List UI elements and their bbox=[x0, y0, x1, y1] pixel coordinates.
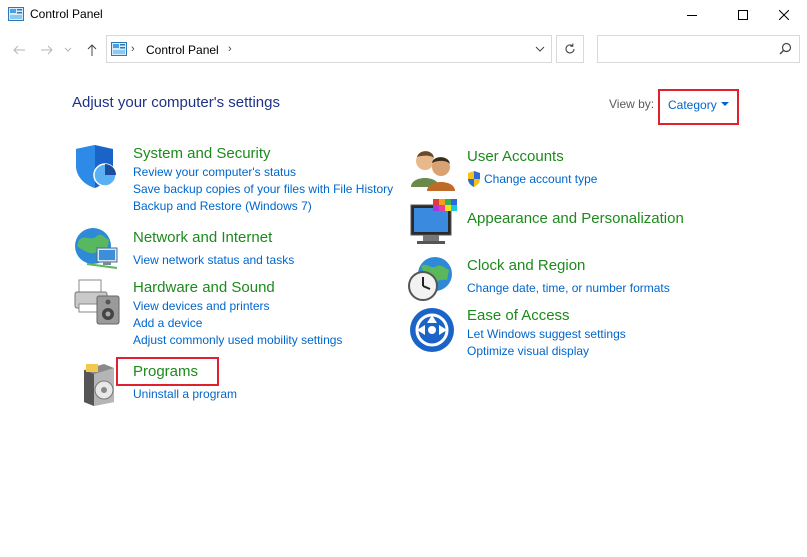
close-icon bbox=[779, 10, 789, 20]
forward-button[interactable] bbox=[38, 40, 56, 60]
address-bar[interactable]: › Control Panel › bbox=[106, 35, 552, 63]
view-by-dropdown[interactable]: Category bbox=[658, 89, 739, 125]
recent-locations-button[interactable] bbox=[62, 40, 74, 60]
caret-down-icon bbox=[721, 102, 729, 106]
category-ease-of-access[interactable]: Ease of Access bbox=[467, 307, 570, 324]
chevron-down-icon bbox=[64, 47, 72, 52]
search-box[interactable] bbox=[597, 35, 800, 63]
link-date-time-formats[interactable]: Change date, time, or number formats bbox=[467, 281, 670, 295]
printer-speaker-icon bbox=[73, 278, 121, 331]
window-title: Control Panel bbox=[30, 7, 103, 21]
category-network-and-internet[interactable]: Network and Internet bbox=[133, 229, 272, 246]
link-review-computer-status[interactable]: Review your computer's status bbox=[133, 165, 296, 179]
link-change-account-type[interactable]: Change account type bbox=[484, 172, 597, 186]
category-system-and-security[interactable]: System and Security bbox=[133, 145, 271, 162]
link-backup-restore[interactable]: Backup and Restore (Windows 7) bbox=[133, 199, 312, 213]
breadcrumb-control-panel[interactable]: Control Panel bbox=[146, 43, 219, 57]
breadcrumb-separator[interactable]: › bbox=[228, 43, 232, 55]
link-network-status[interactable]: View network status and tasks bbox=[133, 253, 294, 267]
refresh-icon bbox=[565, 43, 575, 54]
monitor-palette-icon bbox=[409, 199, 461, 252]
link-uninstall-program[interactable]: Uninstall a program bbox=[133, 387, 237, 401]
up-button[interactable] bbox=[83, 40, 101, 60]
maximize-button[interactable] bbox=[720, 0, 766, 30]
network-globe-icon bbox=[73, 226, 121, 277]
arrow-left-icon bbox=[13, 45, 25, 55]
minimize-button[interactable] bbox=[669, 0, 715, 30]
arrow-up-icon bbox=[87, 44, 97, 56]
shield-icon bbox=[73, 145, 119, 194]
link-add-device[interactable]: Add a device bbox=[133, 316, 202, 330]
category-user-accounts[interactable]: User Accounts bbox=[467, 148, 564, 165]
category-hardware-and-sound[interactable]: Hardware and Sound bbox=[133, 279, 275, 296]
clock-globe-icon bbox=[407, 256, 455, 307]
link-mobility-settings[interactable]: Adjust commonly used mobility settings bbox=[133, 333, 342, 347]
address-dropdown-button[interactable] bbox=[527, 36, 552, 62]
view-by-value[interactable]: Category bbox=[668, 98, 717, 112]
uac-shield-icon bbox=[467, 171, 481, 192]
link-file-history[interactable]: Save backup copies of your files with Fi… bbox=[133, 182, 393, 196]
refresh-button[interactable] bbox=[556, 35, 584, 63]
ease-of-access-icon bbox=[409, 307, 455, 358]
link-windows-suggest-settings[interactable]: Let Windows suggest settings bbox=[467, 327, 626, 341]
programs-disc-icon bbox=[80, 362, 120, 411]
category-appearance-personalization[interactable]: Appearance and Personalization bbox=[467, 210, 684, 227]
control-panel-icon bbox=[8, 7, 24, 21]
title-bar: Control Panel bbox=[0, 0, 807, 30]
category-clock-and-region[interactable]: Clock and Region bbox=[467, 257, 585, 274]
chevron-down-icon bbox=[535, 46, 544, 52]
close-button[interactable] bbox=[761, 0, 807, 30]
maximize-icon bbox=[738, 10, 748, 20]
view-by-label: View by: bbox=[609, 97, 655, 111]
users-icon bbox=[409, 149, 457, 196]
category-programs[interactable]: Programs bbox=[133, 363, 198, 380]
back-button[interactable] bbox=[10, 40, 28, 60]
breadcrumb-separator[interactable]: › bbox=[131, 43, 135, 55]
arrow-right-icon bbox=[41, 45, 53, 55]
control-panel-icon bbox=[111, 42, 127, 56]
link-devices-printers[interactable]: View devices and printers bbox=[133, 299, 270, 313]
search-icon[interactable] bbox=[779, 42, 792, 55]
page-title: Adjust your computer's settings bbox=[72, 94, 280, 111]
link-optimize-visual-display[interactable]: Optimize visual display bbox=[467, 344, 589, 358]
minimize-icon bbox=[687, 15, 697, 16]
search-input[interactable] bbox=[602, 39, 776, 61]
